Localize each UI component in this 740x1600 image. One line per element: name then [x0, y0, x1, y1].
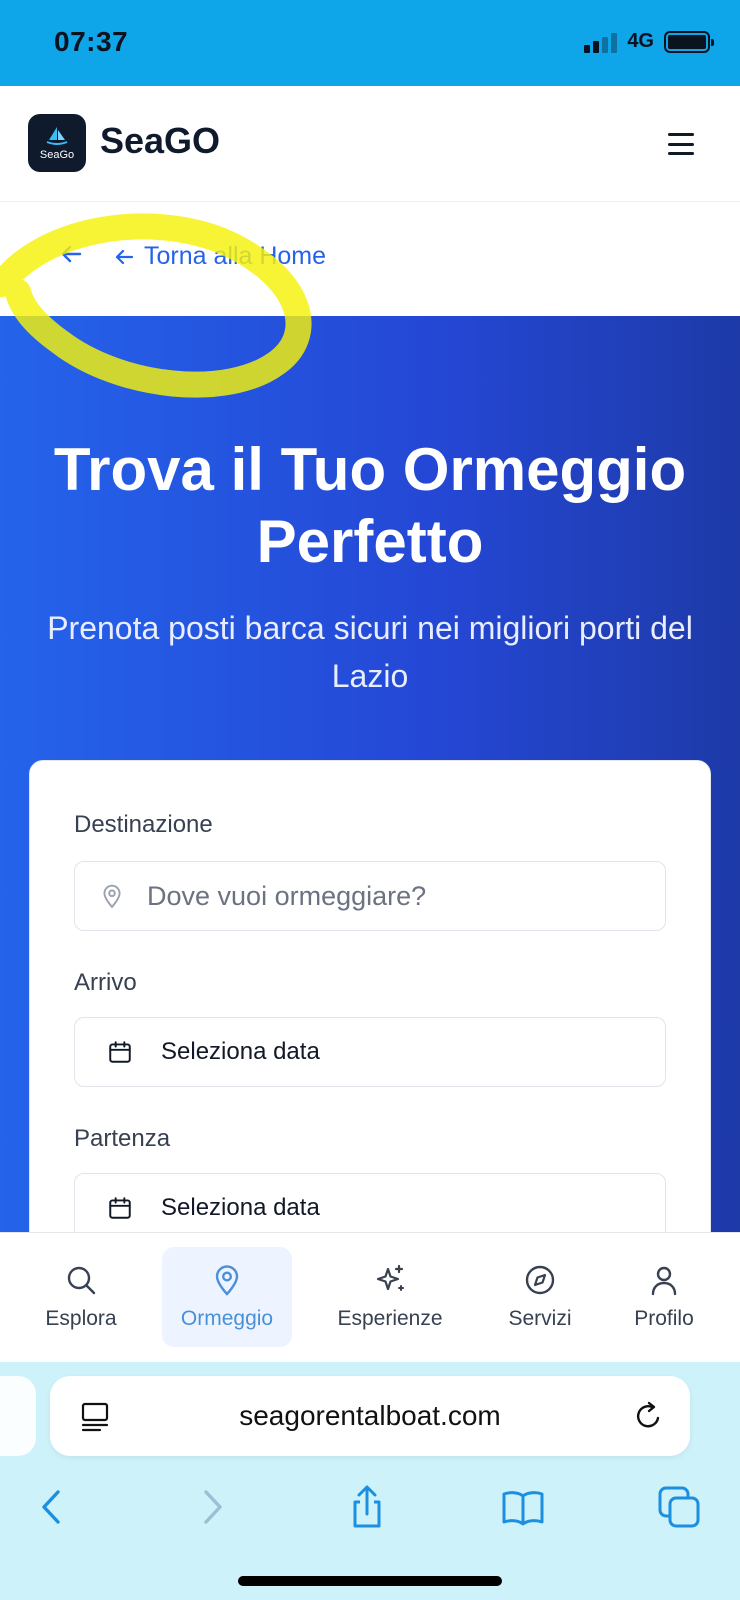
departure-label: Partenza: [74, 1125, 171, 1152]
user-icon: [651, 1266, 677, 1296]
nav-item-profilo[interactable]: Profilo: [614, 1247, 714, 1347]
previous-tab[interactable]: [0, 1376, 36, 1456]
arrival-date-value: Seleziona data: [161, 1038, 320, 1065]
brand-name[interactable]: SeaGO: [100, 120, 220, 162]
back-row: Torna alla Home: [0, 202, 740, 316]
share-icon[interactable]: [344, 1484, 390, 1530]
bottom-nav: Esplora Ormeggio Esperienze Servizi Prof…: [0, 1232, 740, 1362]
url-text: seagorentalboat.com: [239, 1400, 501, 1431]
arrival-date-field[interactable]: Seleziona data: [74, 1017, 666, 1087]
destination-label: Destinazione: [74, 811, 213, 838]
arrow-left-icon[interactable]: [58, 240, 86, 268]
hero-title: Trova il Tuo Ormeggio Perfetto: [53, 436, 687, 575]
status-indicators: 4G: [584, 30, 714, 53]
nav-label: Profilo: [634, 1307, 694, 1330]
destination-field[interactable]: [74, 861, 666, 931]
status-time: 07:37: [54, 26, 129, 57]
tabs-icon[interactable]: [656, 1484, 702, 1530]
calendar-icon: [109, 1041, 131, 1063]
map-pin-icon: [103, 884, 121, 909]
arrow-left-icon: [115, 249, 134, 264]
browser-toolbar: [0, 1470, 740, 1550]
sparkles-icon: [376, 1264, 404, 1291]
calendar-icon: [109, 1197, 131, 1219]
brand-logo[interactable]: SeaGo: [28, 114, 86, 172]
sailboat-icon: [46, 126, 68, 145]
compass-icon: [525, 1265, 555, 1295]
hamburger-menu-icon[interactable]: [664, 130, 698, 158]
browser-chrome: seagorentalboat.com: [0, 1362, 740, 1600]
nav-item-esperienze[interactable]: Esperienze: [324, 1247, 456, 1347]
back-link-label: Torna alla Home: [144, 242, 327, 270]
status-bar: 07:37 4G: [0, 0, 740, 86]
hero-subtitle: Prenota posti barca sicuri nei migliori …: [47, 610, 693, 694]
bookmarks-icon[interactable]: [500, 1484, 546, 1530]
network-label: 4G: [627, 30, 654, 52]
arrival-label: Arrivo: [74, 969, 137, 996]
signal-icon: [584, 31, 618, 53]
departure-date-value: Seleziona data: [161, 1194, 320, 1221]
search-icon: [67, 1266, 96, 1295]
forward-icon[interactable]: [188, 1484, 234, 1530]
app-header: SeaGo SeaGO: [0, 86, 740, 202]
nav-label: Esplora: [45, 1307, 117, 1330]
back-icon[interactable]: [30, 1484, 76, 1530]
booking-form: Destinazione Arrivo Seleziona data Parte…: [29, 760, 711, 1280]
address-bar[interactable]: seagorentalboat.com: [50, 1376, 690, 1456]
nav-item-ormeggio[interactable]: Ormeggio: [162, 1247, 292, 1347]
nav-label: Servizi: [508, 1307, 572, 1330]
logo-text: SeaGo: [39, 148, 75, 161]
nav-label: Esperienze: [337, 1307, 443, 1330]
destination-input[interactable]: [147, 880, 607, 912]
nav-item-servizi[interactable]: Servizi: [488, 1247, 592, 1347]
nav-item-esplora[interactable]: Esplora: [22, 1247, 140, 1347]
home-indicator: [238, 1576, 502, 1586]
nav-label: Ormeggio: [180, 1307, 274, 1330]
battery-icon: [664, 30, 714, 53]
reload-icon[interactable]: [634, 1400, 664, 1432]
back-to-home-link[interactable]: Torna alla Home: [114, 242, 326, 271]
map-pin-icon: [215, 1265, 239, 1296]
